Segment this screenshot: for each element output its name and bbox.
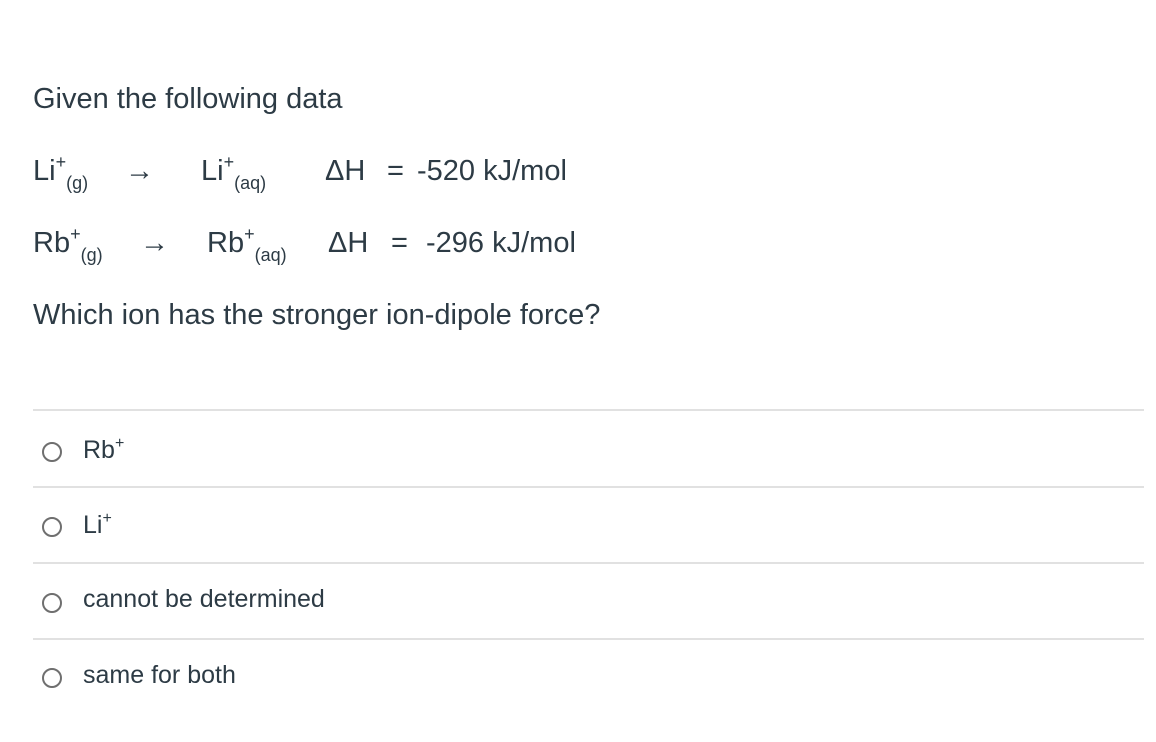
arrow-icon: → (125, 155, 154, 187)
product-symbol: Rb (207, 227, 245, 259)
product-charge: + (244, 224, 255, 244)
product: Li+(aq) (201, 153, 266, 192)
answer-option-same-for-both[interactable]: same for both (33, 640, 1144, 714)
reactant-charge: + (70, 224, 81, 244)
question-intro: Given the following data (33, 83, 343, 115)
product-state: (aq) (234, 173, 267, 193)
reactant-symbol: Rb (33, 227, 71, 259)
reactant: Rb+(g) (33, 225, 103, 264)
answer-label: cannot be determined (83, 585, 325, 613)
arrow-icon: → (140, 227, 169, 259)
answer-option-rb[interactable]: Rb+ (33, 411, 1144, 485)
enthalpy-value: -520 kJ/mol (417, 155, 567, 187)
enthalpy-label: ΔH (328, 227, 369, 259)
product-symbol: Li (201, 155, 224, 187)
answer-label: same for both (83, 661, 236, 689)
answer-option-cannot-be-determined[interactable]: cannot be determined (33, 564, 1144, 638)
radio-button[interactable] (42, 517, 62, 537)
enthalpy-value: -296 kJ/mol (426, 227, 576, 259)
radio-button[interactable] (42, 668, 62, 688)
radio-button[interactable] (42, 442, 62, 462)
reactant: Li+(g) (33, 153, 88, 192)
reactant-symbol: Li (33, 155, 56, 187)
equals-sign: = (391, 227, 408, 259)
answer-option-li[interactable]: Li+ (33, 488, 1144, 562)
product: Rb+(aq) (207, 225, 287, 264)
product-state: (aq) (254, 245, 287, 265)
reactant-state: (g) (80, 245, 103, 265)
product-charge: + (223, 152, 235, 172)
enthalpy-label: ΔH (325, 155, 366, 187)
reactant-state: (g) (66, 173, 89, 193)
radio-button[interactable] (42, 593, 62, 613)
equals-sign: = (387, 155, 404, 187)
reactant-charge: + (55, 152, 67, 172)
answer-label: Rb+ (83, 435, 125, 464)
question-prompt: Which ion has the stronger ion-dipole fo… (33, 299, 601, 331)
answer-label: Li+ (83, 510, 112, 539)
